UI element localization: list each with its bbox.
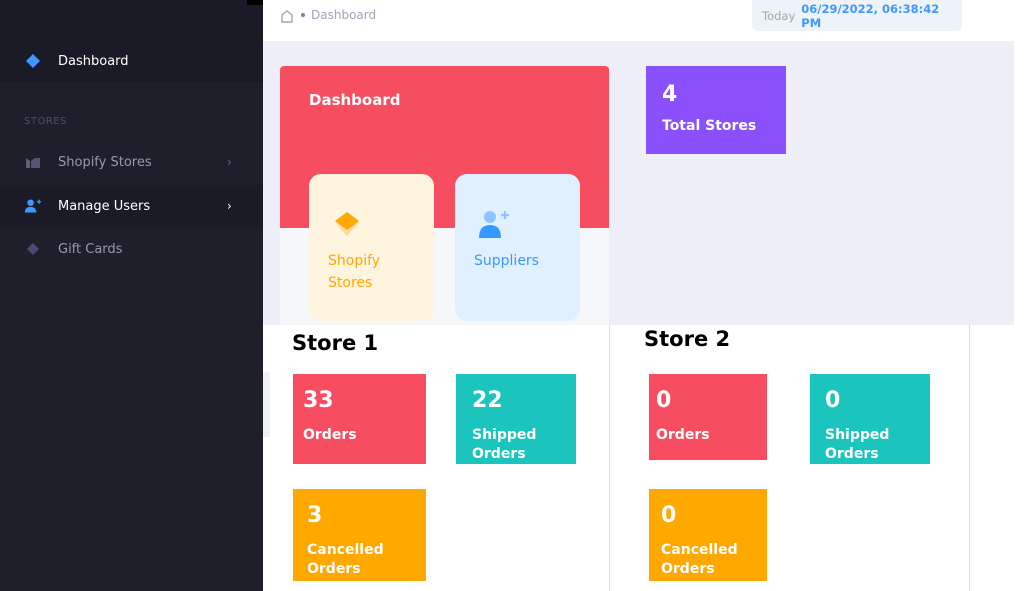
sidebar-item-gift-cards[interactable]: Gift Cards — [0, 228, 263, 270]
tile-label: Shopify Stores — [328, 253, 381, 291]
sidebar-item-shopify-stores[interactable]: Shopify Stores › — [0, 141, 263, 183]
tile-label: Suppliers — [474, 253, 539, 269]
add-user-icon — [477, 208, 509, 240]
orders-stat-card: 0 Orders — [649, 374, 767, 460]
breadcrumb-separator-dot — [301, 12, 305, 17]
sidebar-section-label: STORES — [24, 116, 67, 127]
store-title: Store 2 — [644, 327, 731, 351]
diamond-icon — [24, 240, 42, 258]
sidebar-brand-bar — [0, 0, 263, 40]
chevron-right-icon: › — [227, 199, 232, 213]
store-title: Store 1 — [292, 331, 379, 355]
stat-label: Shipped Orders — [472, 427, 537, 462]
cancelled-orders-stat-card: 0 Cancelled Orders — [649, 489, 767, 581]
total-stores-card: 4 Total Stores — [646, 66, 786, 154]
breadcrumb-current: Dashboard — [311, 8, 377, 22]
stat-value: 0 — [825, 388, 841, 413]
shipped-orders-stat-card: 0 Shipped Orders — [810, 374, 930, 464]
stat-label: Orders — [656, 427, 710, 443]
layers-icon — [24, 52, 42, 70]
suppliers-tile[interactable]: Suppliers — [455, 174, 580, 321]
sidebar: Dashboard STORES Shopify Stores › Manage… — [0, 0, 263, 591]
sidebar-item-label: Manage Users — [58, 198, 151, 214]
today-datetime-box: Today 06/29/2022, 06:38:42 PM — [752, 0, 962, 31]
stat-label: Orders — [303, 427, 357, 443]
stat-value: 0 — [656, 388, 672, 413]
layers-icon — [331, 208, 363, 240]
sidebar-item-label: Dashboard — [58, 53, 129, 69]
sidebar-item-label: Shopify Stores — [58, 154, 152, 170]
today-label: Today — [762, 8, 796, 23]
shipped-orders-stat-card: 22 Shipped Orders — [456, 374, 576, 464]
stat-label: Cancelled Orders — [307, 542, 384, 577]
store-icon — [24, 153, 42, 171]
top-header: Dashboard Today 06/29/2022, 06:38:42 PM — [263, 0, 1024, 41]
stat-label: Cancelled Orders — [661, 542, 738, 577]
orders-stat-card: 33 Orders — [293, 374, 426, 464]
shopify-stores-tile[interactable]: Shopify Stores — [309, 174, 434, 321]
stat-value: 33 — [303, 388, 334, 413]
total-stores-label: Total Stores — [662, 118, 757, 134]
dashboard-card-title: Dashboard — [309, 91, 401, 109]
total-stores-value: 4 — [662, 82, 678, 107]
stat-value: 22 — [472, 388, 503, 413]
breadcrumb: Dashboard — [301, 8, 376, 22]
sidebar-item-manage-users[interactable]: Manage Users › — [0, 185, 263, 227]
today-value: 06/29/2022, 06:38:42 PM — [801, 1, 940, 30]
stat-value: 0 — [661, 503, 677, 528]
sidebar-item-dashboard[interactable]: Dashboard — [0, 40, 263, 82]
home-icon[interactable] — [280, 8, 294, 23]
stat-label: Shipped Orders — [825, 427, 890, 462]
chevron-right-icon: › — [227, 155, 232, 169]
add-user-icon — [24, 197, 42, 215]
stat-value: 3 — [307, 503, 323, 528]
cancelled-orders-stat-card: 3 Cancelled Orders — [293, 489, 426, 581]
sidebar-item-label: Gift Cards — [58, 241, 123, 257]
